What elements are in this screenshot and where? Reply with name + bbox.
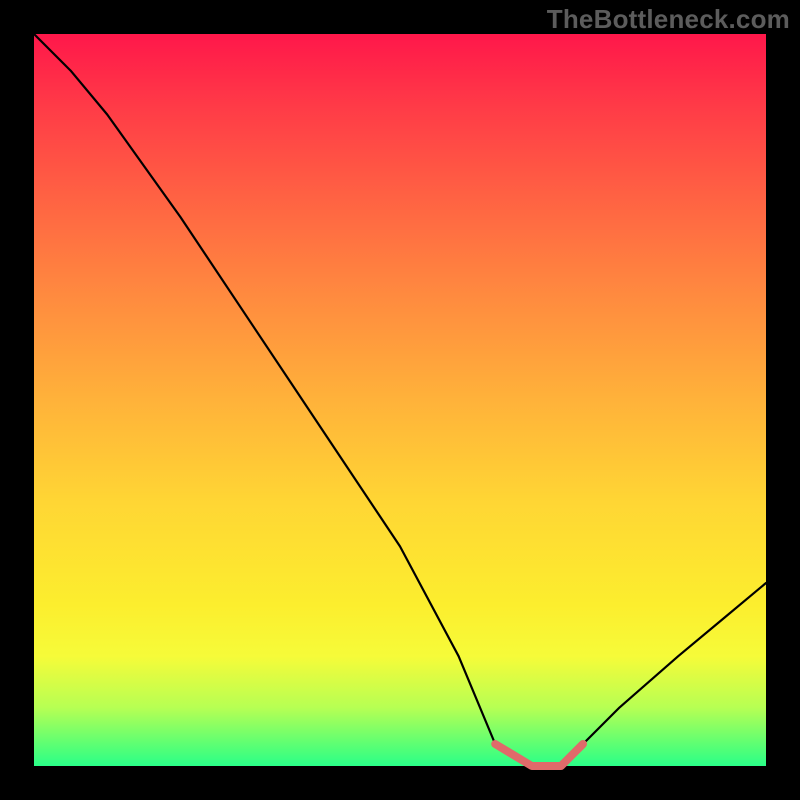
chart-frame: TheBottleneck.com	[0, 0, 800, 800]
bottleneck-curve	[34, 34, 766, 766]
watermark-label: TheBottleneck.com	[547, 4, 790, 35]
curve-valley-highlight	[495, 744, 583, 766]
curve-layer	[34, 34, 766, 766]
plot-area	[34, 34, 766, 766]
